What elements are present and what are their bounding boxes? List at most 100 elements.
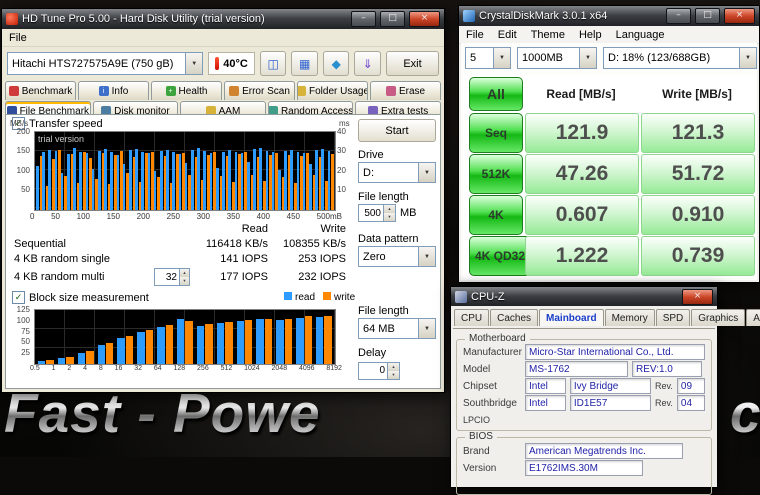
- tab-about[interactable]: About: [746, 309, 760, 326]
- cdm-titlebar[interactable]: CrystalDiskMark 3.0.1 x64 – □ ×: [459, 6, 759, 26]
- y-tick: 25: [21, 348, 30, 357]
- screenshot-button[interactable]: ◆: [322, 51, 350, 76]
- queue-depth-spinner[interactable]: 32 ▲ ▼: [154, 268, 190, 286]
- block-size-chart: [34, 309, 336, 365]
- target-drive-select[interactable]: D: 18% (123/688GB) ▼: [603, 47, 757, 69]
- read-legend-swatch: [284, 292, 292, 300]
- drive-select[interactable]: Hitachi HTS727575A9E (750 gB) ▼: [7, 52, 204, 75]
- y-tick: 10: [337, 185, 346, 194]
- cdm-window-title: CrystalDiskMark 3.0.1 x64: [479, 10, 608, 22]
- results-header-write: Write: [320, 223, 346, 235]
- tab-graphics[interactable]: Graphics: [691, 309, 746, 326]
- tab-caches[interactable]: Caches: [490, 309, 539, 326]
- block-size-checkbox[interactable]: ✓ Block size measurement: [12, 291, 149, 304]
- menu-language[interactable]: Language: [609, 28, 672, 42]
- spinner-arrows[interactable]: ▲ ▼: [179, 269, 189, 285]
- tab-mainboard[interactable]: Mainboard: [539, 309, 604, 326]
- save-icon: ▦: [298, 56, 311, 71]
- hdtune-titlebar[interactable]: HD Tune Pro 5.00 - Hard Disk Utility (tr…: [2, 9, 444, 29]
- tab-spd[interactable]: SPD: [655, 309, 691, 326]
- chipset-vendor-field: Intel: [525, 378, 566, 394]
- tab-erase[interactable]: Erase: [370, 81, 441, 100]
- cdm-results-grid: All Read [MB/s] Write [MB/s] Seq 121.9 1…: [463, 75, 755, 278]
- checkbox-check-icon: ✓: [12, 291, 25, 304]
- chipset-label: Chipset: [463, 380, 497, 392]
- tab-folder-usage[interactable]: Folder Usage: [297, 81, 368, 100]
- row-label: 4 KB random single: [14, 253, 110, 265]
- model-rev-field: REV:1.0: [632, 361, 702, 377]
- hdtune-minimize-button[interactable]: –: [351, 11, 376, 27]
- screenshot-icon: ◆: [331, 56, 341, 71]
- menu-theme[interactable]: Theme: [524, 28, 572, 42]
- wallpaper-caption-right: c: [730, 382, 760, 444]
- cdm-maximize-button[interactable]: □: [695, 8, 720, 24]
- menu-help[interactable]: Help: [572, 28, 609, 42]
- copy-button[interactable]: ◫: [259, 51, 287, 76]
- cdm-close-button[interactable]: ×: [724, 8, 755, 24]
- delay-spinner[interactable]: 0 ▲ ▼: [358, 361, 400, 380]
- 512k-read-value: 47.26: [525, 154, 639, 194]
- southbridge-name-field: ID1E57: [569, 395, 652, 411]
- spinner-arrows[interactable]: ▲ ▼: [387, 362, 399, 379]
- y-tick: 50: [21, 337, 30, 346]
- tab-error-scan[interactable]: Error Scan: [224, 81, 295, 100]
- hdtune-close-button[interactable]: ×: [409, 11, 440, 27]
- target-drive-select[interactable]: D: ▼: [358, 162, 436, 183]
- 4k-write-value: 0.910: [641, 195, 755, 235]
- chart-legend: read write: [284, 292, 355, 303]
- run-count-select[interactable]: 5 ▼: [465, 47, 511, 69]
- y-tick: 125: [16, 305, 30, 314]
- manufacturer-field: Micro-Star International Co., Ltd.: [525, 344, 705, 360]
- menu-file[interactable]: File: [2, 31, 34, 45]
- write-column-header: Write [MB/s]: [662, 87, 732, 101]
- cpuz-close-button[interactable]: ×: [682, 288, 713, 305]
- cdm-minimize-button[interactable]: –: [666, 8, 691, 24]
- chevron-down-icon: ▼: [418, 247, 435, 266]
- y-tick: 150: [16, 146, 30, 155]
- chevron-down-icon: ▼: [418, 163, 435, 182]
- menu-file[interactable]: File: [459, 28, 491, 42]
- data-pattern-select[interactable]: Zero ▼: [358, 246, 436, 267]
- cpuz-window-title: CPU-Z: [471, 290, 505, 303]
- start-button[interactable]: Start: [358, 119, 436, 142]
- row-label: 4 KB random multi: [14, 271, 105, 283]
- lpcio-label: LPCIO: [463, 415, 491, 425]
- tab-memory[interactable]: Memory: [604, 309, 655, 326]
- file-length-spinner[interactable]: 500 ▲ ▼: [358, 204, 396, 222]
- cpuz-titlebar[interactable]: CPU-Z ×: [451, 287, 717, 306]
- save-button[interactable]: ▦: [291, 51, 318, 76]
- chevron-down-icon: ▼: [418, 319, 435, 338]
- tab-benchmark[interactable]: Benchmark: [5, 81, 76, 100]
- hdtune-maximize-button[interactable]: □: [380, 11, 405, 27]
- health-icon: +: [165, 86, 176, 96]
- y-tick: 30: [337, 146, 346, 155]
- tab-separator: [453, 328, 715, 329]
- tab-health[interactable]: + Health: [151, 81, 222, 100]
- bios-version-label: Version: [463, 462, 497, 474]
- legend-write-label: write: [334, 292, 356, 303]
- block-size-bars: [35, 310, 335, 364]
- 4k-test-button[interactable]: 4K: [469, 195, 523, 235]
- hdtune-window-title: HD Tune Pro 5.00 - Hard Disk Utility (tr…: [22, 13, 265, 25]
- y-tick: 100: [16, 316, 30, 325]
- all-test-button[interactable]: All: [469, 77, 523, 111]
- chevron-down-icon: ▼: [185, 53, 203, 74]
- upload-icon: ⇓: [362, 56, 373, 71]
- upload-button[interactable]: ⇓: [354, 51, 381, 76]
- tab-cpu[interactable]: CPU: [454, 309, 490, 326]
- drive-label: Drive: [358, 149, 384, 161]
- cdm-app-icon: [463, 10, 475, 22]
- file-length2-select[interactable]: 64 MB ▼: [358, 318, 436, 339]
- hdtune-tabrow-1: Benchmark i Info + Health Error Scan Folde…: [2, 80, 444, 100]
- test-size-select[interactable]: 1000MB ▼: [517, 47, 597, 69]
- seq-test-button[interactable]: Seq: [469, 113, 523, 153]
- hdtune-app-icon: [6, 13, 18, 25]
- block-chart-x-axis: 0.5 1 2 4 8 16 32 64 128 256 512 1024 2048 4096 8192: [30, 365, 342, 372]
- spinner-arrows[interactable]: ▲ ▼: [383, 205, 395, 221]
- 4k-qd32-test-button[interactable]: 4K QD32: [469, 236, 531, 276]
- tab-info[interactable]: i Info: [78, 81, 149, 100]
- menu-edit[interactable]: Edit: [491, 28, 524, 42]
- exit-button[interactable]: Exit: [385, 51, 439, 76]
- 4k-qd32-write-value: 0.739: [641, 236, 755, 276]
- 512k-test-button[interactable]: 512K: [469, 154, 523, 194]
